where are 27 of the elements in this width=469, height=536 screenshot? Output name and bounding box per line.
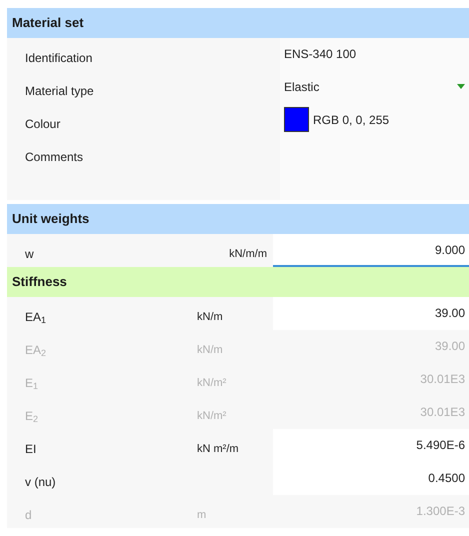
dropdown-arrow-icon[interactable] — [457, 84, 465, 89]
value-field[interactable]: 0.4500 — [273, 462, 469, 495]
property-label: EI — [25, 442, 36, 456]
value-field[interactable]: 5.490E-6 — [273, 429, 469, 462]
property-label: EA$_{2}$ — [25, 343, 46, 357]
unit-label: kN/m² — [197, 377, 226, 389]
value-field[interactable]: 9.000 — [273, 234, 469, 267]
property-label: v (nu) — [25, 475, 56, 489]
unit-label: kN/m — [197, 344, 223, 356]
unit-label: kN/m — [197, 311, 223, 323]
property-label: Comments — [25, 150, 84, 164]
unit-label: kN/m² — [197, 410, 226, 422]
property-label: E$_{1}$ — [25, 376, 38, 390]
property-label: Identification — [25, 51, 92, 65]
value-field[interactable]: 39.00 — [273, 297, 469, 330]
property-label: Colour — [25, 117, 60, 131]
property-label: w — [25, 247, 34, 261]
unit-label: kN m²/m — [197, 443, 239, 455]
property-label: EA$_{1}$ — [25, 310, 46, 324]
section-title: Unit weights — [12, 210, 90, 228]
property-label: E$_{2}$ — [25, 409, 38, 423]
unit-label: m — [197, 509, 206, 521]
property-label: d — [25, 508, 32, 522]
section-title: Material set — [12, 14, 84, 32]
unit-label: kN/m/m — [229, 248, 267, 260]
section-title: Stiffness — [12, 273, 67, 292]
property-label: Material type — [25, 84, 94, 98]
